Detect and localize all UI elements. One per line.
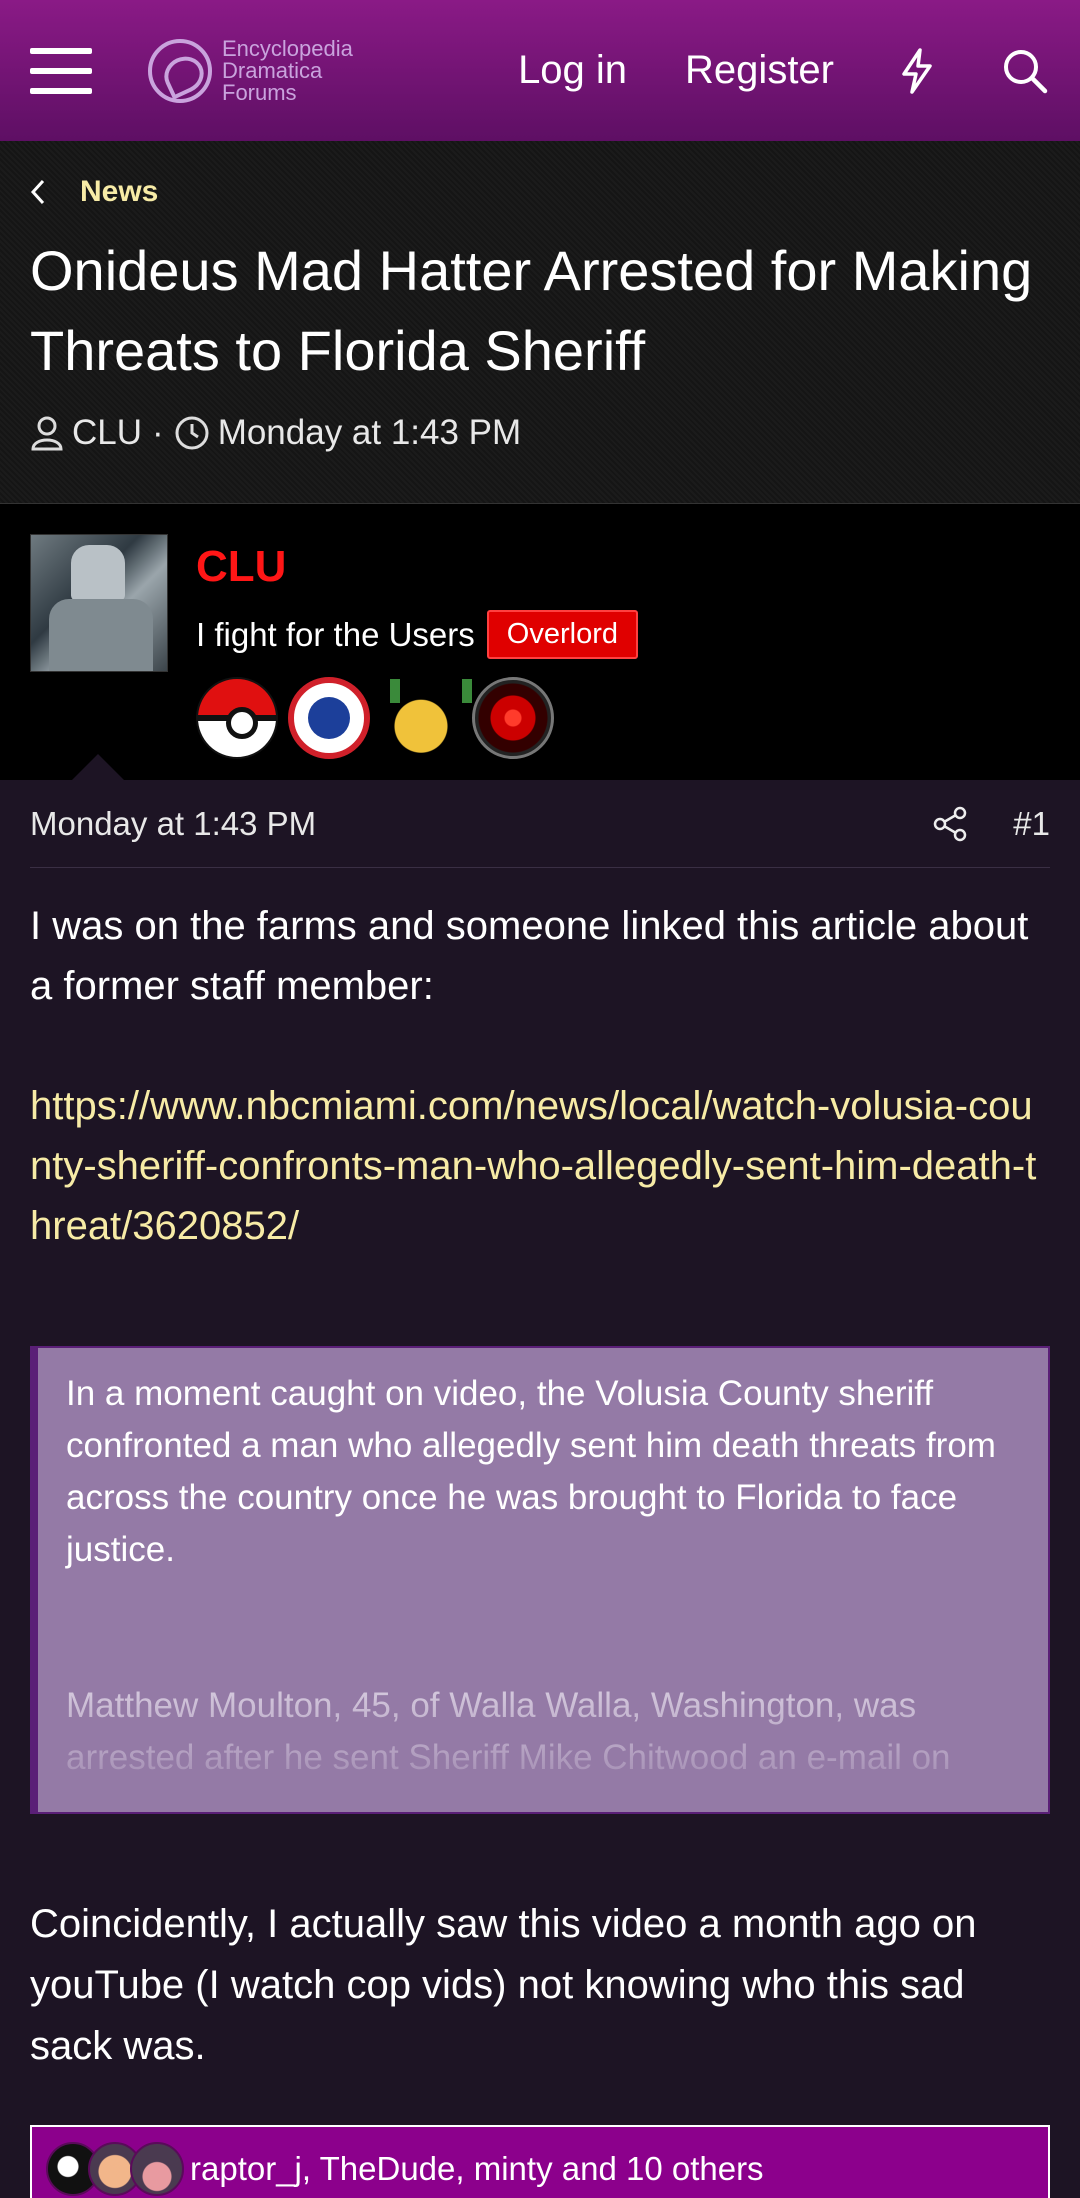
thread-date[interactable]: Monday at 1:43 PM [218, 413, 522, 453]
quote-paragraph-2: Matthew Moulton, 45, of Walla Walla, Was… [66, 1686, 951, 1777]
pokeball-trophy-icon[interactable] [196, 677, 278, 759]
breadcrumb-label[interactable]: News [80, 175, 158, 209]
post-text-intro: I was on the farms and someone linked th… [30, 904, 1029, 1008]
logo-text-line: Dramatica [222, 57, 323, 83]
register-link[interactable]: Register [685, 48, 834, 93]
post-user-block: CLU I fight for the Users Overlord [0, 504, 1080, 780]
chevron-left-icon [30, 179, 45, 205]
blockquote[interactable]: In a moment caught on video, the Volusia… [30, 1346, 1050, 1814]
meta-separator: · [152, 413, 164, 452]
share-icon[interactable] [933, 806, 967, 842]
quote-paragraph-1: In a moment caught on video, the Volusia… [66, 1374, 996, 1569]
thread-author[interactable]: CLU [72, 413, 142, 453]
lightning-icon[interactable] [892, 46, 942, 96]
user-title: I fight for the Users [196, 615, 475, 653]
clock-icon [175, 416, 209, 450]
reactions-list-text[interactable]: raptor_j, TheDude, minty and 10 others [190, 2150, 764, 2188]
article-link[interactable]: https://www.nbcmiami.com/news/local/watc… [30, 1076, 1050, 1256]
reaction-icon [130, 2142, 184, 2196]
post-username[interactable]: CLU [196, 542, 638, 592]
thread-title: Onideus Mad Hatter Arrested for Making T… [30, 239, 1033, 382]
post-text-outro: Coincidently, I actually saw this video … [30, 1902, 977, 2068]
menu-icon[interactable] [30, 44, 92, 98]
post-header: Monday at 1:43 PM #1 [30, 780, 1050, 868]
logo-text: Encyclopedia Dramatica Forums [222, 35, 353, 105]
logo-text-line: Forums [222, 79, 297, 105]
banhammer-trophy-icon[interactable] [288, 677, 370, 759]
hal9000-trophy-icon[interactable] [472, 677, 554, 759]
user-icon [31, 416, 63, 451]
post-date[interactable]: Monday at 1:43 PM [30, 805, 316, 843]
post-body: Monday at 1:43 PM #1 I was on the farms … [0, 780, 1080, 2198]
trophy-list [196, 677, 638, 759]
top-navbar: Encyclopedia Dramatica Forums Log in Reg… [0, 0, 1080, 141]
logo-mark [148, 38, 212, 103]
post-number[interactable]: #1 [1013, 805, 1050, 843]
breadcrumb[interactable]: News [30, 175, 1050, 209]
thread-meta: CLU · Monday at 1:43 PM [30, 413, 1050, 453]
medal-trophy-icon[interactable] [380, 677, 472, 759]
thread-header: News Onideus Mad Hatter Arrested for Mak… [0, 141, 1080, 504]
search-icon[interactable] [1000, 46, 1050, 96]
reactions-bar[interactable]: raptor_j, TheDude, minty and 10 others [30, 2125, 1050, 2198]
login-link[interactable]: Log in [518, 48, 627, 93]
message-pointer [72, 754, 124, 780]
avatar[interactable] [30, 534, 168, 672]
user-banner-badge: Overlord [486, 610, 638, 659]
site-logo[interactable]: Encyclopedia Dramatica Forums [148, 35, 353, 105]
logo-text-line: Encyclopedia [222, 35, 353, 61]
